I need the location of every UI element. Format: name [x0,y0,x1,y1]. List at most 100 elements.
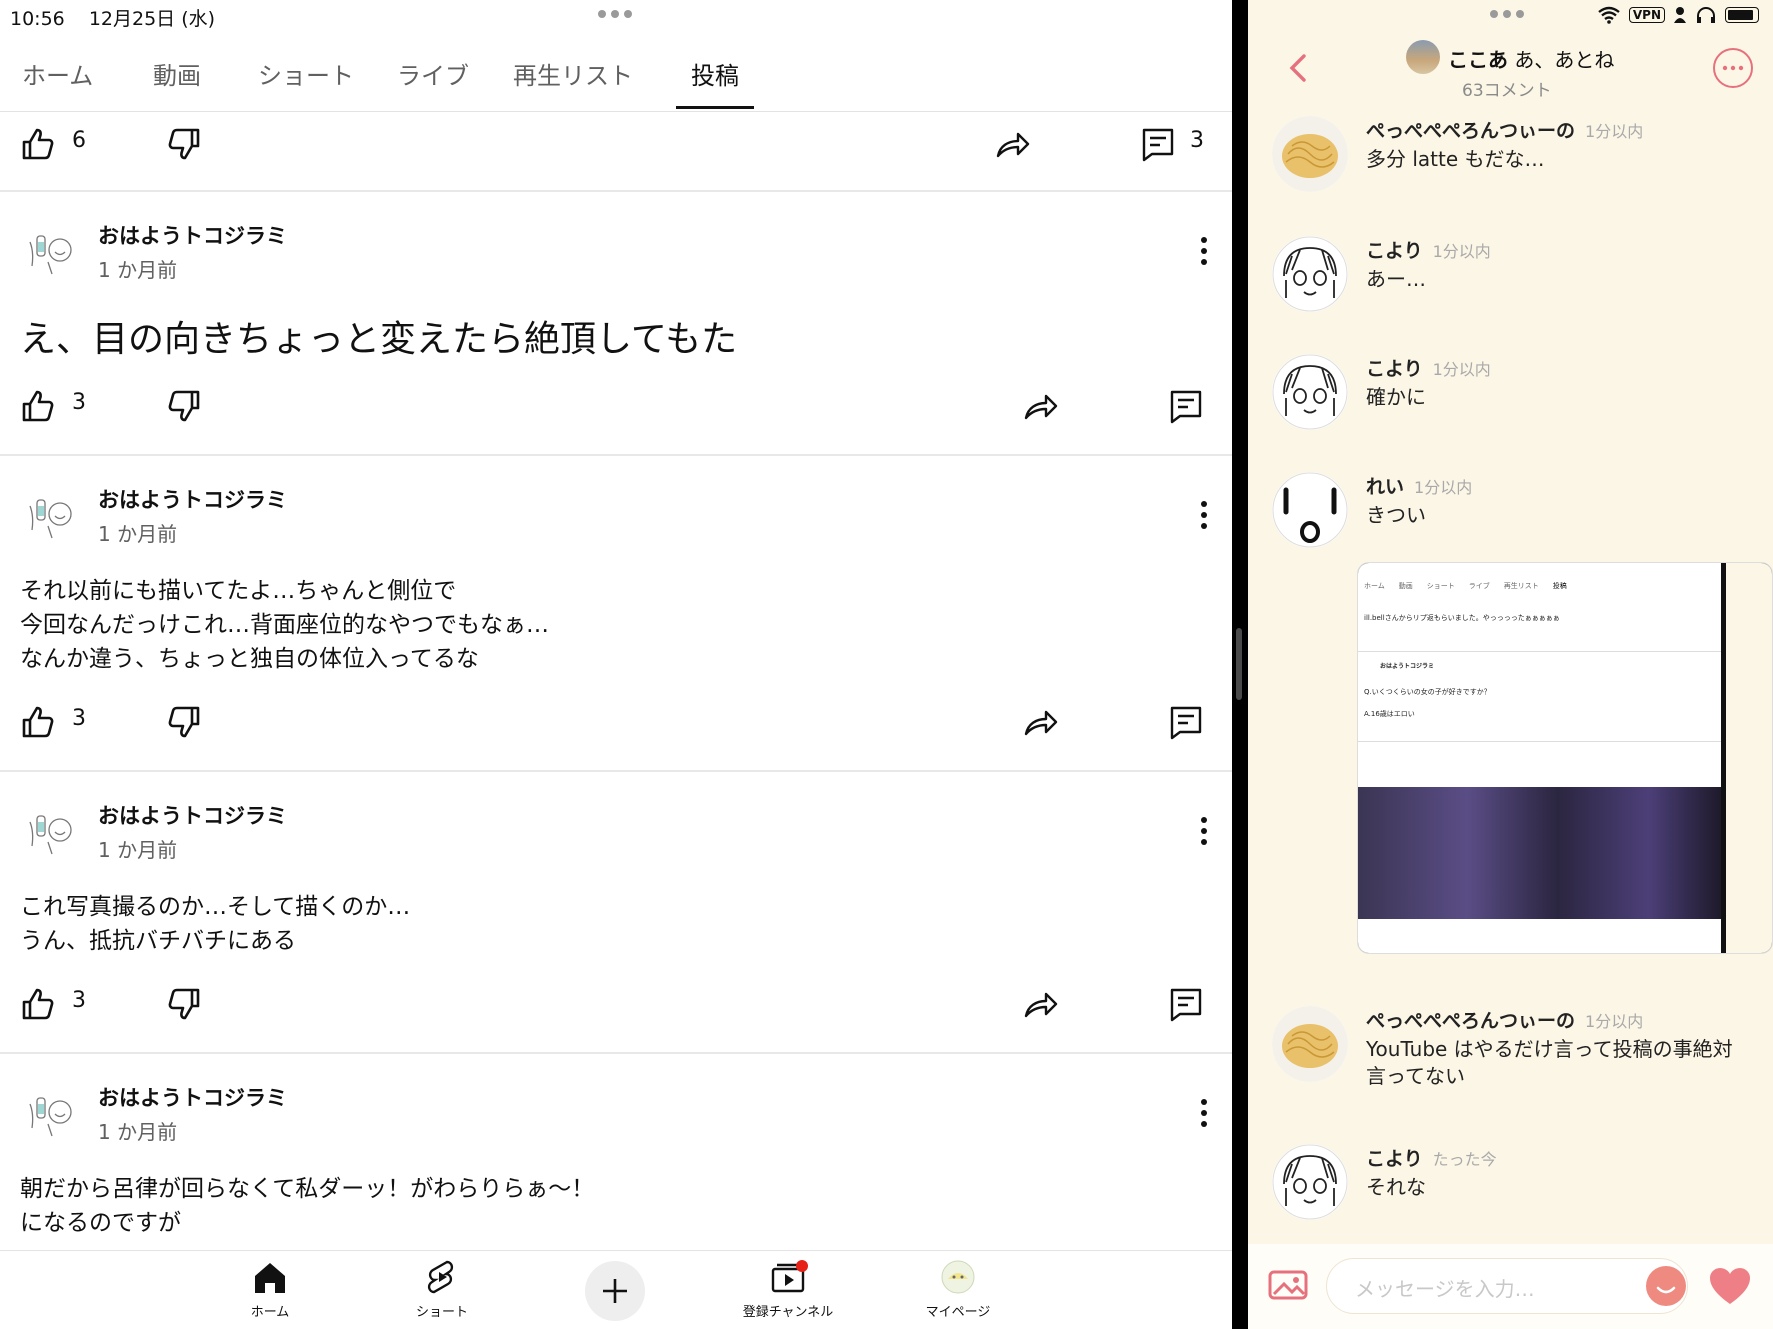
status-date: 12月25日 (水) [88,8,216,30]
nav-shorts[interactable]: ショート [382,1259,502,1320]
thumb-line: ill.bellさんからリプ返もらいました。やっっっったぁぁぁぁぁ [1364,614,1560,622]
message-text: それな [1366,1175,1426,1199]
tab-shorts[interactable]: ショート [258,56,354,91]
emoji-button[interactable] [1646,1266,1686,1306]
dislike-icon[interactable] [164,124,204,164]
post-author[interactable]: おはようトコジラミ [98,484,287,514]
post-card: おはようトコジラミ 1 か月前 朝だから呂律が回らなくて私ダーッ！がわらりらぁ〜… [0,1054,1232,1250]
thumb-tabs: ホーム 動画 ショート ライブ 再生リスト 投稿 [1364,581,1567,591]
more-options-icon[interactable] [1200,1098,1208,1128]
split-handle[interactable] [1236,628,1242,700]
message-text: 確かに [1366,385,1426,409]
post-author[interactable]: おはようトコジラミ [98,1082,287,1112]
chat-message: こより 1分以内 あー… [1248,236,1773,336]
back-chevron-icon[interactable] [1286,50,1310,86]
post-time: 1 か月前 [98,838,178,862]
tab-videos[interactable]: 動画 [153,56,201,91]
subscriptions-icon [771,1260,808,1293]
comment-count: 63コメント [1462,81,1552,101]
dislike-icon[interactable] [164,702,204,742]
thumb-youtube-screen: ホーム 動画 ショート ライブ 再生リスト 投稿 ill.bellさんからリプ返… [1358,563,1721,787]
channel-avatar[interactable] [22,1084,78,1140]
share-icon[interactable] [992,124,1032,164]
thumb-bottom-nav [1358,919,1721,953]
like-icon[interactable] [18,702,58,742]
chat-message: こより たった今 それな [1248,1144,1773,1234]
channel-avatar[interactable] [22,802,78,858]
pasta-avatar[interactable] [1272,116,1348,192]
post-text: これ写真撮るのか…そして描くのか… うん、抵抗バチバチにある [20,894,411,954]
post-actions: 3 [0,694,1232,754]
channel-avatar[interactable] [22,486,78,542]
dislike-icon[interactable] [164,984,204,1024]
sketch-avatar[interactable] [1272,354,1348,430]
heart-icon[interactable] [1708,1266,1752,1306]
sketch-avatar[interactable] [1272,1144,1348,1220]
message-input-placeholder: メッセージを入力… [1355,1277,1535,1301]
comment-icon[interactable] [1138,124,1178,164]
smile-icon [1656,1286,1676,1294]
message-input[interactable]: メッセージを入力… [1326,1258,1688,1314]
tab-playlists[interactable]: 再生リスト [513,56,633,91]
post-actions: 3 [0,378,1232,438]
message-text: きつい [1366,503,1426,527]
sketch-avatar[interactable] [1272,236,1348,312]
like-icon[interactable] [18,124,58,164]
post-text: それ以前にも描いてたよ…ちゃんと側位で 今回なんだっけこれ…背面座位的なやつでも… [20,578,549,672]
comment-icon[interactable] [1166,984,1206,1024]
message-time: 1分以内 [1432,242,1491,261]
status-icons: VPN [1597,6,1759,24]
message-time: たった今 [1432,1150,1497,1169]
face-avatar[interactable] [1272,472,1348,548]
thumb-tab: 投稿 [1552,582,1567,590]
more-menu-button[interactable] [1713,48,1753,88]
multitask-dots[interactable] [598,10,632,18]
message-time: 1分以内 [1585,1012,1644,1031]
image-attachment[interactable]: ホーム 動画 ショート ライブ 再生リスト 投稿 ill.bellさんからリプ返… [1357,562,1773,954]
chat-header: ここあ あ、あとね 63コメント [1248,40,1773,106]
message-author: こより たった今 [1366,1144,1497,1171]
status-time: 10:56 [10,8,65,30]
nav-subscriptions-label: 登録チャンネル [742,1305,834,1320]
nav-home[interactable]: ホーム [210,1259,330,1320]
share-icon[interactable] [1020,386,1060,426]
author-name: ぺっぺぺぺろんつぃーの [1366,120,1576,142]
comment-icon[interactable] [1166,702,1206,742]
create-button[interactable] [585,1261,645,1321]
more-options-icon[interactable] [1200,236,1208,266]
thumb-tab: 再生リスト [1503,582,1539,590]
profile-avatar-icon [941,1260,975,1294]
author-name: れい [1366,476,1405,498]
tab-posts[interactable]: 投稿 [691,56,739,91]
like-icon[interactable] [18,386,58,426]
share-icon[interactable] [1020,702,1060,742]
like-count: 6 [72,128,86,153]
post-text: え、目の向きちょっと変えたら絶頂してもた [20,319,738,360]
nav-home-label: ホーム [250,1305,290,1320]
more-options-icon[interactable] [1200,500,1208,530]
like-count: 3 [72,988,86,1013]
thumb-art-grid [1358,787,1721,937]
post-author[interactable]: おはようトコジラミ [98,220,287,250]
post-time: 1 か月前 [98,1120,178,1144]
share-icon[interactable] [1020,984,1060,1024]
multitask-dots[interactable] [1490,10,1524,18]
room-icon [1406,40,1440,74]
like-count: 3 [72,390,86,415]
more-options-icon[interactable] [1200,816,1208,846]
image-attach-icon[interactable] [1268,1268,1308,1302]
like-icon[interactable] [18,984,58,1024]
message-composer: メッセージを入力… [1248,1244,1773,1329]
channel-avatar[interactable] [22,222,78,278]
nav-mypage[interactable]: マイページ [898,1259,1018,1320]
post-author[interactable]: おはようトコジラミ [98,800,287,830]
comment-icon[interactable] [1166,386,1206,426]
pasta-avatar[interactable] [1272,1006,1348,1082]
like-count: 3 [72,706,86,731]
tab-live[interactable]: ライブ [397,56,469,91]
nav-subscriptions[interactable]: 登録チャンネル [728,1259,848,1320]
author-name: ぺっぺぺぺろんつぃーの [1366,1010,1576,1032]
tab-home[interactable]: ホーム [22,56,93,91]
dislike-icon[interactable] [164,386,204,426]
post-text: 朝だから呂律が回らなくて私ダーッ！がわらりらぁ〜！ になるのですが [20,1176,595,1236]
